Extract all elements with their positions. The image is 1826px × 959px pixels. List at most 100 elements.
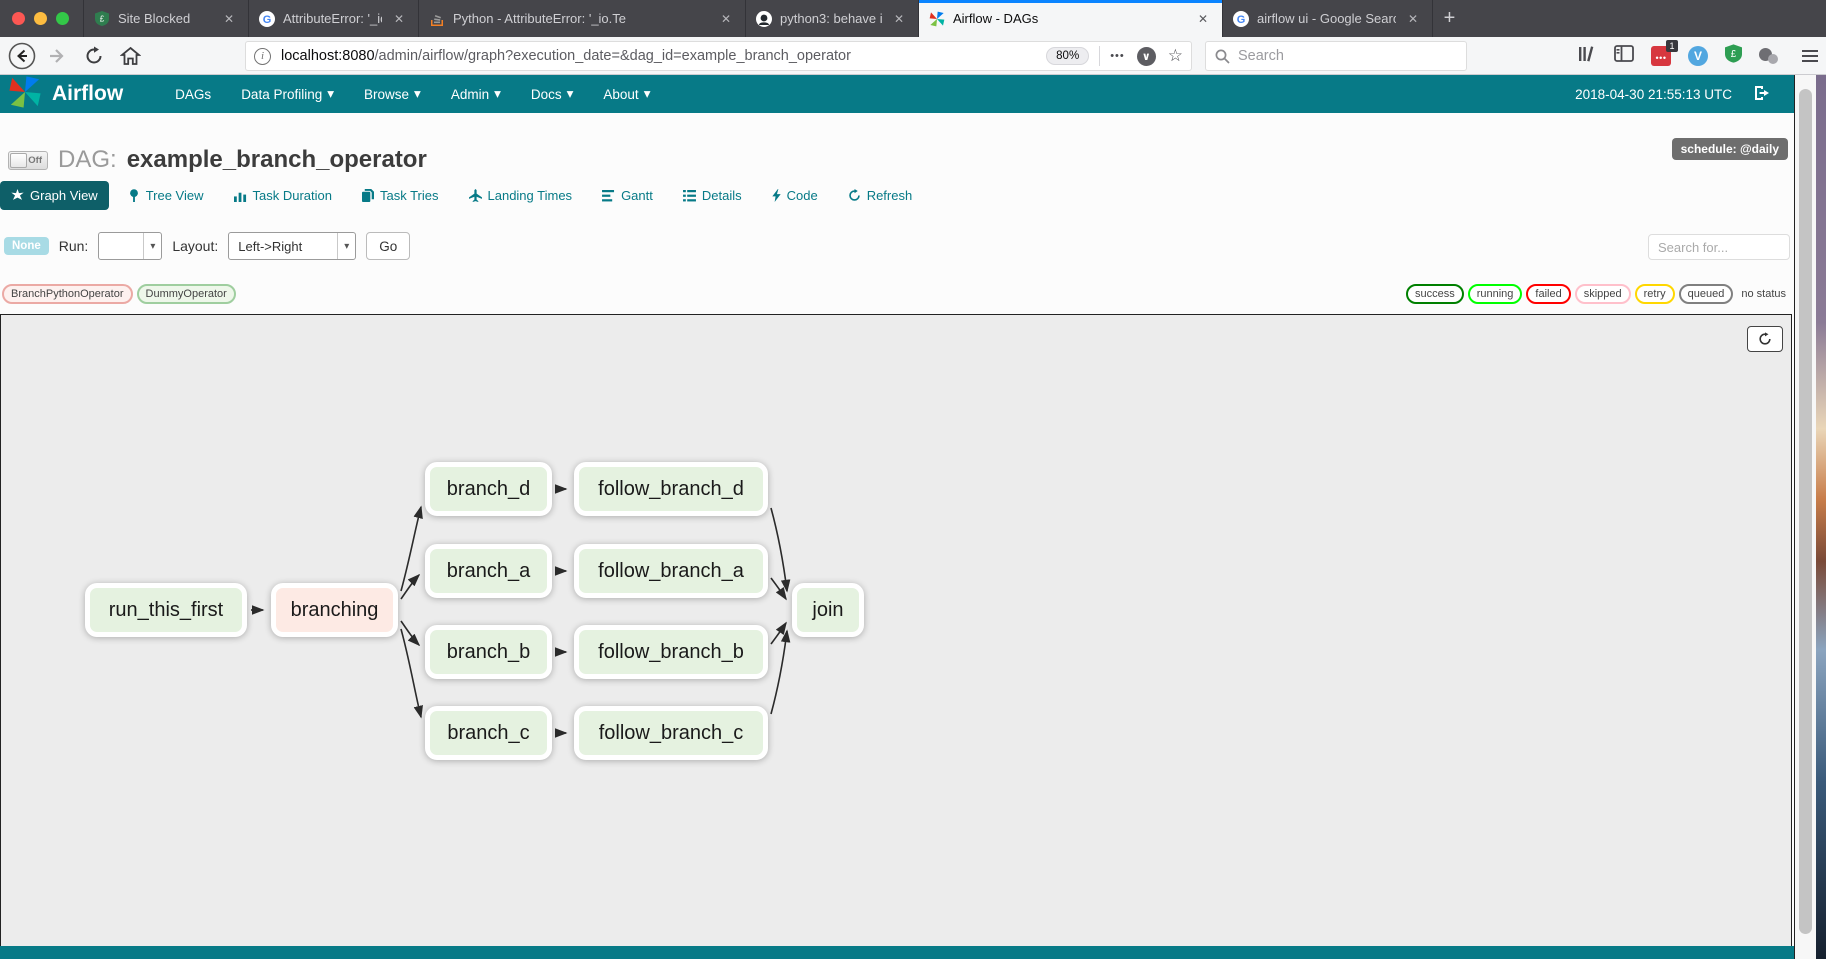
minimize-window-button[interactable] — [34, 12, 47, 25]
google-icon: G — [259, 11, 275, 27]
airflow-icon — [929, 11, 945, 27]
task-node-branching[interactable]: branching — [271, 583, 398, 637]
legend-dummyoperator: DummyOperator — [137, 284, 236, 304]
browser-search-field[interactable]: Search — [1205, 41, 1467, 71]
reload-icon[interactable] — [80, 42, 108, 70]
search-placeholder: Search — [1238, 48, 1284, 64]
task-node-run_this_first[interactable]: run_this_first — [85, 583, 247, 637]
pocket-icon[interactable]: ∨ — [1137, 47, 1156, 66]
page-actions-icon[interactable]: ••• — [1110, 50, 1125, 62]
tab-site-blocked[interactable]: £ Site Blocked ✕ — [83, 0, 248, 37]
status-legend: success running failed skipped retry que… — [1406, 284, 1786, 304]
airflow-navbar: Airflow DAGs Data Profiling▾ Browse▾ Adm… — [0, 75, 1797, 113]
svg-text:G: G — [1237, 14, 1246, 26]
legend-branchpythonoperator: BranchPythonOperator — [2, 284, 133, 304]
site-info-icon[interactable]: i — [254, 48, 271, 65]
menu-hamburger-icon[interactable] — [1802, 50, 1818, 62]
tab-python-stackoverflow[interactable]: Python - AttributeError: '_io.Te ✕ — [418, 0, 745, 37]
browser-toolbar: i localhost:8080/admin/airflow/graph?exe… — [0, 37, 1826, 75]
tab-tree-view[interactable]: Tree View — [117, 181, 215, 210]
task-node-follow_branch_d[interactable]: follow_branch_d — [574, 462, 768, 516]
tab-airflow-ui-search[interactable]: G airflow ui - Google Search ✕ — [1222, 0, 1432, 37]
forward-icon[interactable] — [44, 42, 72, 70]
privacy-shield-extension-icon[interactable]: £ — [1725, 44, 1742, 68]
back-icon[interactable] — [8, 42, 36, 70]
dag-pause-toggle[interactable]: Off — [8, 151, 48, 170]
bookmark-star-icon[interactable]: ☆ — [1168, 46, 1183, 66]
password-manager-extension-icon[interactable]: ••• 1 — [1651, 46, 1671, 66]
layout-select[interactable]: Left->Right ▾ — [228, 232, 356, 260]
dag-edges — [1, 315, 1793, 959]
airflow-brand[interactable]: Airflow — [52, 82, 123, 106]
tab-python3-github[interactable]: python3: behave incorrectly mo ✕ — [745, 0, 918, 37]
zoom-window-button[interactable] — [56, 12, 69, 25]
tab-attributeerror-google[interactable]: G AttributeError: '_io.TextIOWrapp ✕ — [248, 0, 418, 37]
tab-task-tries[interactable]: Task Tries — [351, 181, 450, 210]
tab-code[interactable]: Code — [761, 181, 829, 210]
nav-item-data-profiling[interactable]: Data Profiling▾ — [241, 86, 334, 102]
task-node-follow_branch_b[interactable]: follow_branch_b — [574, 625, 768, 679]
extension-v-icon[interactable]: V — [1688, 46, 1708, 66]
close-window-button[interactable] — [12, 12, 25, 25]
macos-window-controls — [0, 0, 83, 37]
browser-tab-bar: £ Site Blocked ✕ G AttributeError: '_io.… — [0, 0, 1826, 37]
tab-airflow-dags-active[interactable]: Airflow - DAGs ✕ — [918, 0, 1222, 37]
logout-icon[interactable] — [1754, 85, 1771, 104]
close-icon[interactable]: ✕ — [1194, 10, 1212, 28]
home-icon[interactable] — [116, 42, 144, 70]
run-select[interactable]: ▾ — [98, 232, 162, 260]
layout-label: Layout: — [172, 238, 218, 254]
tab-title: Python - AttributeError: '_io.Te — [453, 11, 709, 26]
nav-item-about[interactable]: About▾ — [603, 86, 650, 102]
tab-graph-view[interactable]: Graph View — [0, 181, 109, 210]
close-icon[interactable]: ✕ — [220, 10, 238, 28]
nav-item-admin[interactable]: Admin▾ — [451, 86, 501, 102]
close-icon[interactable]: ✕ — [1404, 10, 1422, 28]
new-tab-button[interactable]: + — [1432, 0, 1466, 37]
library-icon[interactable] — [1577, 45, 1597, 68]
task-node-join[interactable]: join — [792, 583, 864, 637]
graph-refresh-button[interactable] — [1747, 326, 1783, 352]
task-node-follow_branch_c[interactable]: follow_branch_c — [574, 706, 768, 760]
zoom-level-badge[interactable]: 80% — [1046, 47, 1089, 65]
layout-select-value: Left->Right — [238, 239, 302, 254]
sidebar-toggle-icon[interactable] — [1614, 45, 1634, 67]
task-node-branch_c[interactable]: branch_c — [425, 706, 552, 760]
task-node-branch_a[interactable]: branch_a — [425, 544, 552, 598]
url-bar[interactable]: i localhost:8080/admin/airflow/graph?exe… — [245, 41, 1192, 71]
page-scrollbar[interactable] — [1794, 75, 1816, 959]
refresh-button[interactable]: Refresh — [837, 181, 924, 210]
dag-name: example_branch_operator — [127, 146, 427, 174]
legend-running: running — [1468, 284, 1523, 304]
tab-gantt[interactable]: Gantt — [591, 181, 664, 210]
close-icon[interactable]: ✕ — [717, 10, 735, 28]
graph-search-placeholder: Search for... — [1658, 240, 1728, 255]
ghostery-extension-icon[interactable] — [1759, 46, 1779, 66]
schedule-badge[interactable]: schedule: @daily — [1672, 138, 1788, 160]
refresh-icon — [1758, 332, 1772, 346]
scrollbar-thumb[interactable] — [1799, 89, 1812, 934]
tab-title: airflow ui - Google Search — [1257, 11, 1396, 26]
graph-search-input[interactable]: Search for... — [1648, 234, 1790, 260]
toggle-knob — [10, 153, 27, 168]
url-path: /admin/airflow/graph?execution_date=&dag… — [375, 48, 851, 64]
tab-task-duration[interactable]: Task Duration — [223, 181, 343, 210]
svg-text:£: £ — [100, 15, 105, 24]
dag-graph-canvas[interactable]: run_this_first branching branch_d follow… — [0, 314, 1792, 959]
tab-landing-times[interactable]: Landing Times — [458, 181, 584, 210]
task-node-follow_branch_a[interactable]: follow_branch_a — [574, 544, 768, 598]
nav-item-dags[interactable]: DAGs — [175, 86, 211, 102]
legend-queued: queued — [1679, 284, 1734, 304]
nav-item-docs[interactable]: Docs▾ — [531, 86, 574, 102]
nav-item-browse[interactable]: Browse▾ — [364, 86, 421, 102]
close-icon[interactable]: ✕ — [890, 10, 908, 28]
airflow-menu: DAGs Data Profiling▾ Browse▾ Admin▾ Docs… — [175, 86, 650, 102]
task-node-branch_b[interactable]: branch_b — [425, 625, 552, 679]
tab-title: python3: behave incorrectly mo — [780, 11, 882, 26]
tab-title: Site Blocked — [118, 11, 212, 26]
task-node-branch_d[interactable]: branch_d — [425, 462, 552, 516]
tab-details[interactable]: Details — [672, 181, 753, 210]
close-icon[interactable]: ✕ — [390, 10, 408, 28]
go-button[interactable]: Go — [366, 232, 410, 260]
tab-title: Airflow - DAGs — [953, 11, 1186, 26]
